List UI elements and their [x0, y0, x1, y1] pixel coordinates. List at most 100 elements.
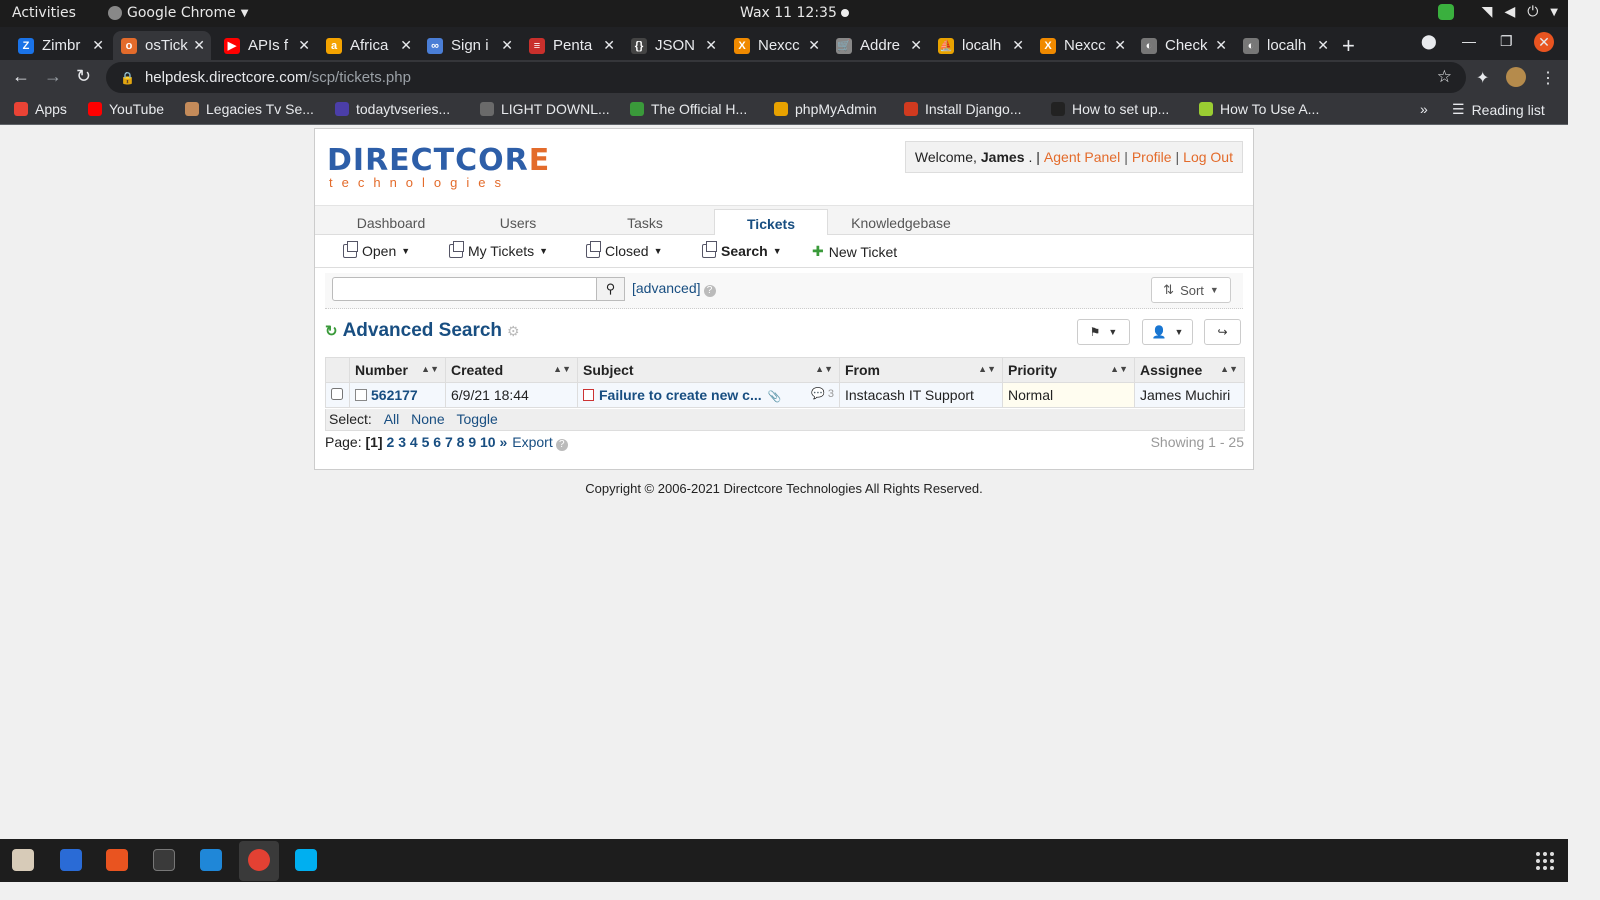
gear-icon[interactable]: ⚙ — [507, 323, 520, 340]
minimize-icon[interactable]: — — [1462, 33, 1476, 49]
page-link[interactable]: 8 — [457, 434, 465, 450]
select-all-link[interactable]: All — [384, 411, 400, 427]
sort-button[interactable]: ⇅ Sort ▼ — [1151, 277, 1231, 303]
page-link[interactable]: 7 — [445, 434, 453, 450]
bookmark-item[interactable]: phpMyAdmin — [774, 101, 877, 117]
page-link[interactable]: 2 — [387, 434, 395, 450]
bookmark-star-icon[interactable]: ☆ — [1437, 67, 1452, 87]
bookmark-item[interactable]: Install Django... — [904, 101, 1022, 117]
software-icon[interactable] — [106, 849, 128, 871]
system-tray[interactable]: ◥ ◀ ⏻ ▼ — [1437, 4, 1558, 20]
close-tab-icon[interactable]: ✕ — [705, 37, 717, 54]
tab-tasks[interactable]: Tasks — [579, 210, 711, 236]
vscode-icon[interactable] — [200, 849, 222, 871]
flag-action-button[interactable]: ⚑ ▼ — [1077, 319, 1130, 345]
forward-icon[interactable]: → — [44, 66, 62, 87]
agent-panel-link[interactable]: Agent Panel — [1044, 149, 1120, 165]
open-queue-button[interactable]: Open ▼ — [343, 241, 410, 259]
chrome-icon[interactable] — [248, 849, 270, 871]
browser-tab[interactable]: o osTick ✕ — [113, 31, 211, 60]
browser-tab[interactable]: ◐ Check ✕ — [1133, 31, 1233, 60]
page-link[interactable]: 9 — [468, 434, 476, 450]
tab-tickets[interactable]: Tickets — [714, 209, 828, 237]
bookmarks-more-button[interactable]: » — [1420, 101, 1428, 117]
bookmark-item[interactable]: Legacies Tv Se... — [185, 101, 314, 117]
browser-tab[interactable]: X Nexcc ✕ — [1032, 31, 1132, 60]
row-checkbox[interactable] — [331, 388, 343, 400]
close-window-icon[interactable]: ✕ — [1534, 32, 1554, 52]
browser-tab[interactable]: 🛒 Addre ✕ — [828, 31, 928, 60]
close-tab-icon[interactable]: ✕ — [92, 37, 104, 54]
bookmark-item[interactable]: How to set up... — [1051, 101, 1169, 117]
browser-tab[interactable]: ◐ localh ✕ — [1235, 31, 1335, 60]
browser-tab[interactable]: ⛵ localh ✕ — [930, 31, 1030, 60]
bookmark-item[interactable]: todaytvseries... — [335, 101, 450, 117]
close-tab-icon[interactable]: ✕ — [1215, 37, 1227, 54]
ticket-number-link[interactable]: 562177 — [371, 387, 418, 403]
page-link[interactable]: 6 — [433, 434, 441, 450]
close-tab-icon[interactable]: ✕ — [1114, 37, 1126, 54]
bookmark-item[interactable]: YouTube — [88, 101, 164, 117]
tab-dashboard[interactable]: Dashboard — [325, 210, 457, 236]
search-input[interactable] — [332, 277, 597, 301]
files-icon[interactable] — [12, 849, 34, 871]
close-tab-icon[interactable]: ✕ — [193, 37, 205, 54]
browser-tab[interactable]: {} JSON ✕ — [623, 31, 723, 60]
app-menu[interactable]: Google Chrome ▼ — [108, 5, 248, 21]
reload-icon[interactable]: ↻ — [76, 66, 91, 87]
help-icon[interactable]: ? — [555, 439, 568, 451]
close-tab-icon[interactable]: ✕ — [400, 37, 412, 54]
tab-knowledgebase[interactable]: Knowledgebase — [831, 210, 971, 236]
tab-search-icon[interactable]: ⬤ — [1421, 33, 1437, 50]
browser-tab[interactable]: ≡ Penta ✕ — [521, 31, 621, 60]
bookmark-item[interactable]: LIGHT DOWNL... — [480, 101, 610, 117]
reading-list-button[interactable]: ☰ Reading list — [1452, 101, 1545, 118]
address-bar[interactable]: 🔒 helpdesk.directcore.com/scp/tickets.ph… — [106, 62, 1466, 93]
browser-tab[interactable]: ∞ Sign i ✕ — [419, 31, 519, 60]
bookmark-item[interactable]: How To Use A... — [1199, 101, 1319, 117]
browser-tab[interactable]: X Nexcc ✕ — [726, 31, 826, 60]
advanced-search-link[interactable]: [advanced]? — [632, 280, 716, 297]
new-ticket-button[interactable]: ✚ New Ticket — [812, 243, 897, 260]
share-action-button[interactable]: ↪ — [1204, 319, 1241, 345]
select-none-link[interactable]: None — [411, 411, 444, 427]
ticket-subject-link[interactable]: Failure to create new c... — [599, 387, 762, 403]
terminal-icon[interactable] — [153, 849, 175, 871]
browser-tab[interactable]: ▶ APIs f ✕ — [216, 31, 316, 60]
refresh-icon[interactable]: ↻ — [325, 322, 338, 340]
profile-link[interactable]: Profile — [1132, 149, 1172, 165]
activities-button[interactable]: Activities — [12, 5, 76, 21]
next-page-link[interactable]: » — [499, 434, 507, 450]
page-link[interactable]: 10 — [480, 434, 496, 450]
select-toggle-link[interactable]: Toggle — [457, 411, 498, 427]
clock[interactable]: Wax 11 12:35 — [740, 5, 837, 21]
help-icon[interactable]: ? — [703, 285, 716, 297]
table-row[interactable]: 562177 6/9/21 18:44 Failure to create ne… — [325, 382, 1245, 408]
search-button[interactable]: ⚲ — [597, 277, 625, 301]
skype-icon[interactable] — [295, 849, 317, 871]
column-header[interactable]: Number ▲▼ — [349, 357, 446, 383]
column-header[interactable]: Priority ▲▼ — [1002, 357, 1135, 383]
close-tab-icon[interactable]: ✕ — [910, 37, 922, 54]
page-link[interactable]: 3 — [398, 434, 406, 450]
browser-tab[interactable]: a Africa ✕ — [318, 31, 418, 60]
maximize-icon[interactable]: ❐ — [1500, 33, 1513, 50]
assign-action-button[interactable]: 👤 ▼ — [1142, 319, 1193, 345]
show-apps-icon[interactable] — [1536, 852, 1554, 870]
close-tab-icon[interactable]: ✕ — [1317, 37, 1329, 54]
column-header[interactable]: Subject ▲▼ — [577, 357, 840, 383]
close-tab-icon[interactable]: ✕ — [603, 37, 615, 54]
new-tab-icon[interactable]: + — [1342, 33, 1355, 59]
directcore-logo[interactable]: DIRECTCORE technologies — [327, 143, 550, 190]
export-link[interactable]: Export — [512, 434, 552, 450]
menu-dots-icon[interactable]: ⋮ — [1540, 68, 1556, 88]
bookmark-item[interactable]: The Official H... — [630, 101, 747, 117]
close-tab-icon[interactable]: ✕ — [808, 37, 820, 54]
column-header[interactable]: From ▲▼ — [839, 357, 1003, 383]
writer-icon[interactable] — [60, 849, 82, 871]
page-link[interactable]: 4 — [410, 434, 418, 450]
profile-avatar[interactable] — [1506, 67, 1526, 87]
column-header[interactable]: Created ▲▼ — [445, 357, 578, 383]
page-link[interactable]: 5 — [422, 434, 430, 450]
column-header[interactable]: Assignee ▲▼ — [1134, 357, 1245, 383]
